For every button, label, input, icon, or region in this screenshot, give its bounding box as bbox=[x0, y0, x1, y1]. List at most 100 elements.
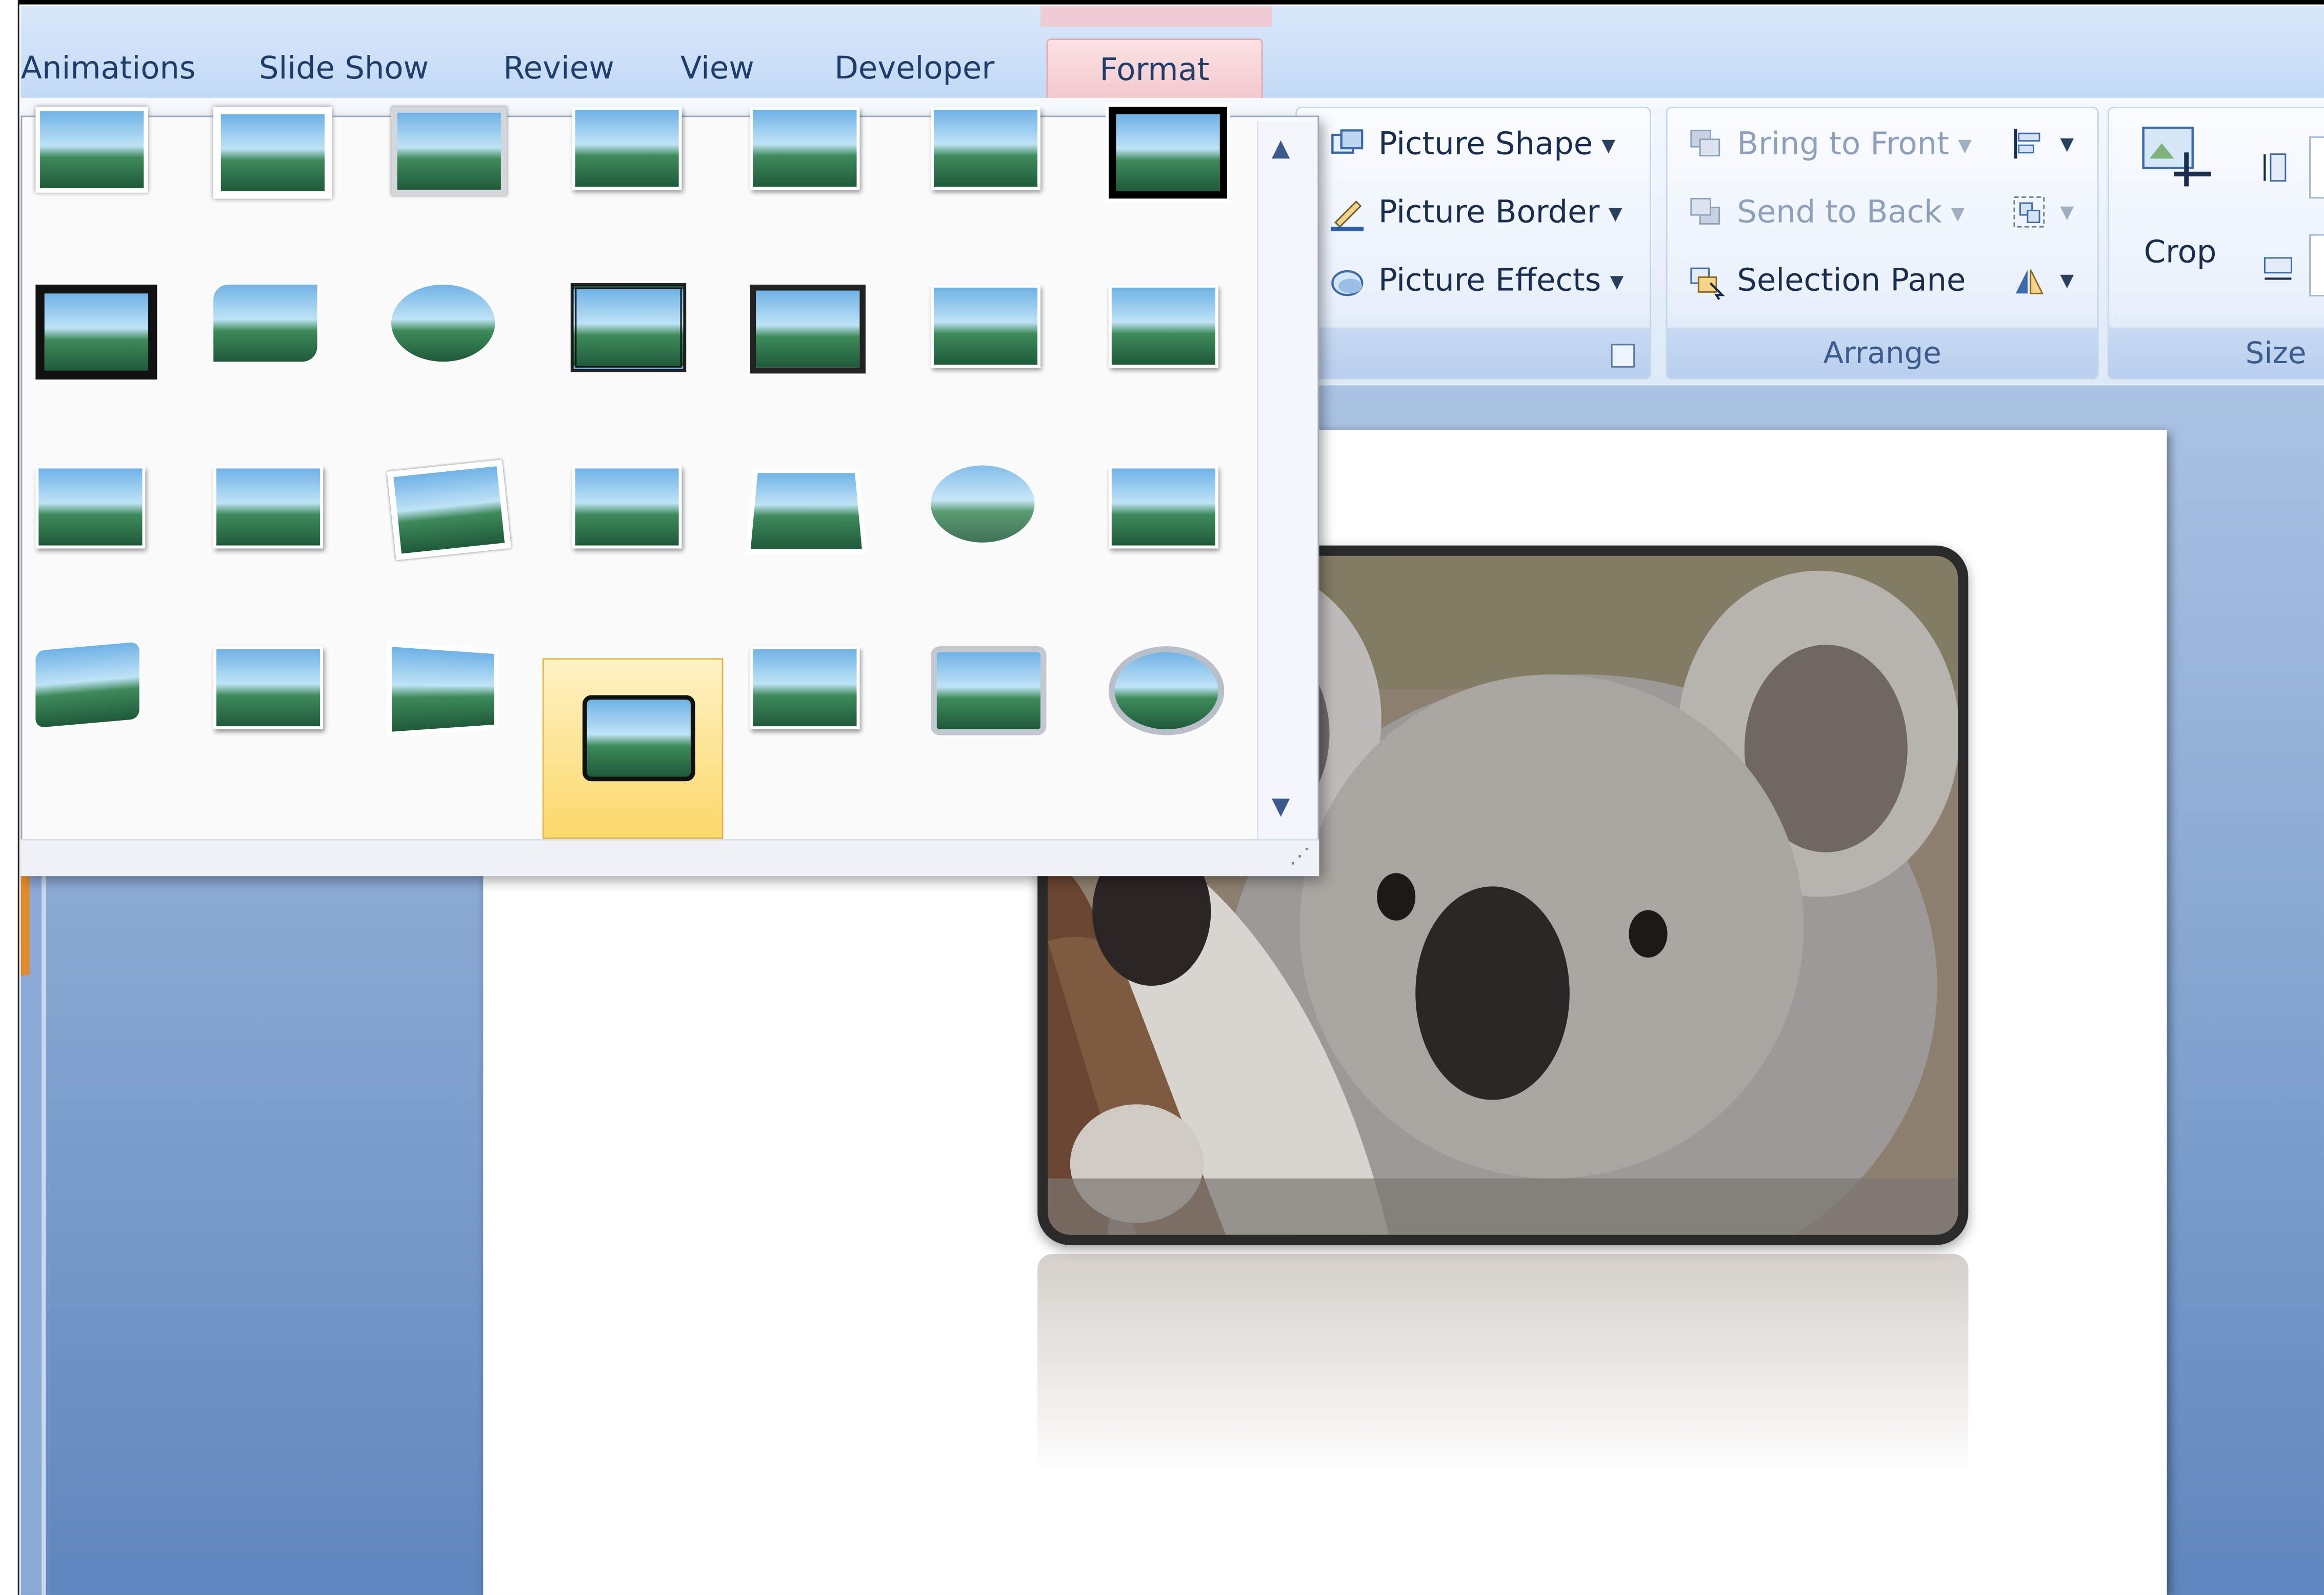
style-thumbnail-icon bbox=[750, 646, 860, 730]
picture-style-compound-frame-black[interactable] bbox=[726, 246, 892, 415]
bring-to-front-button[interactable]: Bring to Front ▼ bbox=[1687, 115, 1972, 172]
style-thumbnail-icon bbox=[386, 641, 498, 737]
chevron-down-icon: ▼ bbox=[1608, 203, 1622, 224]
picture-style-reflected-perspective-right[interactable] bbox=[726, 608, 892, 776]
picture-style-reflected-rounded-rectangle[interactable] bbox=[726, 68, 892, 237]
picture-style-metal-oval[interactable] bbox=[1085, 608, 1251, 776]
picture-style-soft-edge-rectangle[interactable] bbox=[548, 68, 714, 237]
arrange-group-label: Arrange bbox=[1667, 327, 2097, 378]
picture-style-bevel-perspective-left[interactable] bbox=[368, 608, 534, 776]
style-thumbnail-icon bbox=[35, 107, 149, 193]
width-input[interactable] bbox=[2309, 234, 2324, 297]
selection-pane-icon bbox=[1690, 267, 1725, 301]
picture-style-simple-frame-black[interactable] bbox=[12, 246, 178, 415]
picture-border-icon bbox=[1331, 201, 1364, 231]
crop-icon bbox=[2142, 126, 2211, 187]
chevron-down-icon: ▼ bbox=[1601, 135, 1616, 156]
resize-grip-icon[interactable]: ⋰ bbox=[1290, 845, 1310, 868]
picture-effects-icon bbox=[1331, 270, 1364, 296]
size-group-label: Size bbox=[2109, 327, 2324, 378]
bring-to-front-label: Bring to Front bbox=[1737, 126, 1949, 162]
style-thumbnail-icon bbox=[213, 107, 332, 199]
picture-style-relaxed-perspective-white[interactable] bbox=[726, 427, 892, 595]
scroll-down-icon[interactable]: ▼ bbox=[1272, 791, 1290, 820]
window-border-top bbox=[0, 0, 2324, 5]
picture-reflection bbox=[1037, 1254, 1969, 1477]
shape-width-icon bbox=[2263, 257, 2292, 280]
slide-thumbnail-selection bbox=[21, 871, 30, 975]
picture-style-double-frame-black[interactable] bbox=[548, 246, 714, 415]
style-thumbnail-icon bbox=[391, 284, 495, 362]
picture-tools-context-accent bbox=[1040, 6, 1272, 27]
chevron-down-icon: ▼ bbox=[1610, 271, 1624, 292]
crop-button[interactable]: Crop bbox=[2122, 118, 2238, 282]
style-thumbnail-icon bbox=[750, 107, 860, 190]
style-thumbnail-icon bbox=[931, 646, 1047, 735]
group-icon[interactable] bbox=[2010, 193, 2048, 231]
style-thumbnail-icon bbox=[572, 107, 682, 190]
powerpoint-window: Animations Slide Show Review View Develo… bbox=[0, 0, 2324, 1595]
picture-style-moderate-frame-white[interactable] bbox=[1085, 246, 1251, 415]
picture-style-reflected-oval[interactable] bbox=[368, 246, 534, 415]
selection-pane-button[interactable]: Selection Pane bbox=[1687, 252, 1966, 308]
style-thumbnail-icon bbox=[1108, 646, 1225, 735]
style-thumbnail-icon bbox=[1106, 104, 1230, 202]
style-thumbnail-icon bbox=[1108, 465, 1218, 549]
style-thumbnail-icon bbox=[750, 284, 866, 374]
style-thumbnail-icon bbox=[213, 284, 317, 362]
chevron-down-icon: ▼ bbox=[1951, 203, 1965, 224]
style-thumbnail-icon bbox=[213, 465, 324, 549]
picture-style-center-shadow-rectangle[interactable] bbox=[190, 427, 356, 595]
picture-border-button[interactable]: Picture Border ▼ bbox=[1328, 184, 1622, 240]
picture-style-bevel-perspective[interactable] bbox=[12, 608, 178, 776]
picture-style-perspective-shadow[interactable] bbox=[548, 427, 714, 595]
style-thumbnail-icon bbox=[931, 465, 1035, 543]
picture-effects-button[interactable]: Picture Effects ▼ bbox=[1328, 252, 1624, 308]
picture-style-drop-shadow-rectangle[interactable] bbox=[907, 68, 1073, 237]
picture-style-bevel-rectangle[interactable] bbox=[1085, 427, 1251, 595]
send-to-back-button[interactable]: Send to Back ▼ bbox=[1687, 184, 1965, 240]
picture-shape-button[interactable]: Picture Shape ▼ bbox=[1328, 115, 1615, 172]
gallery-resize-bar bbox=[21, 839, 1319, 876]
picture-styles-footer bbox=[1297, 327, 1650, 378]
gallery-scrollbar[interactable] bbox=[1256, 122, 1318, 842]
style-thumbnail-icon bbox=[931, 107, 1040, 190]
window-border-left bbox=[0, 0, 19, 1595]
style-thumbnail-icon bbox=[1108, 284, 1218, 368]
picture-style-beveled-matte-white[interactable] bbox=[190, 68, 356, 237]
picture-shape-icon bbox=[1331, 129, 1364, 154]
chevron-down-icon: ▼ bbox=[2060, 133, 2074, 154]
picture-shape-label: Picture Shape bbox=[1378, 126, 1593, 162]
style-thumbnail-icon bbox=[570, 283, 687, 372]
align-icon[interactable] bbox=[2010, 125, 2048, 163]
style-thumbnail-icon bbox=[391, 107, 507, 196]
picture-style-snip-diagonal-corner[interactable] bbox=[12, 427, 178, 595]
style-thumbnail-icon bbox=[213, 646, 324, 730]
style-thumbnail-icon bbox=[931, 284, 1040, 368]
picture-style-metal-rounded-rectangle[interactable] bbox=[542, 658, 724, 839]
chevron-down-icon: ▼ bbox=[2060, 202, 2074, 223]
picture-style-metal-frame-rounded[interactable] bbox=[907, 608, 1073, 776]
style-thumbnail-icon bbox=[35, 465, 146, 549]
height-input[interactable] bbox=[2309, 136, 2324, 199]
picture-style-soft-edge-glow[interactable] bbox=[907, 246, 1073, 415]
send-to-back-icon bbox=[1690, 197, 1720, 225]
picture-style-soft-edge-oval[interactable] bbox=[907, 427, 1073, 595]
dialog-launcher-icon[interactable] bbox=[1611, 343, 1635, 367]
picture-style-reflected-bevel-white[interactable] bbox=[190, 608, 356, 776]
picture-style-thick-matte-black[interactable] bbox=[1085, 68, 1251, 237]
picture-style-simple-frame-white[interactable] bbox=[12, 68, 178, 237]
scroll-up-icon[interactable]: ▲ bbox=[1272, 133, 1290, 162]
picture-style-metal-frame[interactable] bbox=[368, 68, 534, 237]
picture-style-rotated-white[interactable] bbox=[368, 427, 534, 595]
bring-to-front-icon bbox=[1690, 129, 1720, 156]
picture-style-rounded-diagonal-corner[interactable] bbox=[190, 246, 356, 415]
chevron-down-icon: ▼ bbox=[2060, 270, 2074, 291]
style-thumbnail-icon bbox=[572, 465, 682, 549]
shape-height-icon bbox=[2263, 153, 2287, 182]
crop-label: Crop bbox=[2143, 234, 2217, 270]
chevron-down-icon: ▼ bbox=[1958, 135, 1972, 156]
rotate-icon[interactable] bbox=[2010, 261, 2048, 300]
style-thumbnail-icon bbox=[387, 460, 511, 561]
style-thumbnail-icon bbox=[35, 642, 139, 728]
